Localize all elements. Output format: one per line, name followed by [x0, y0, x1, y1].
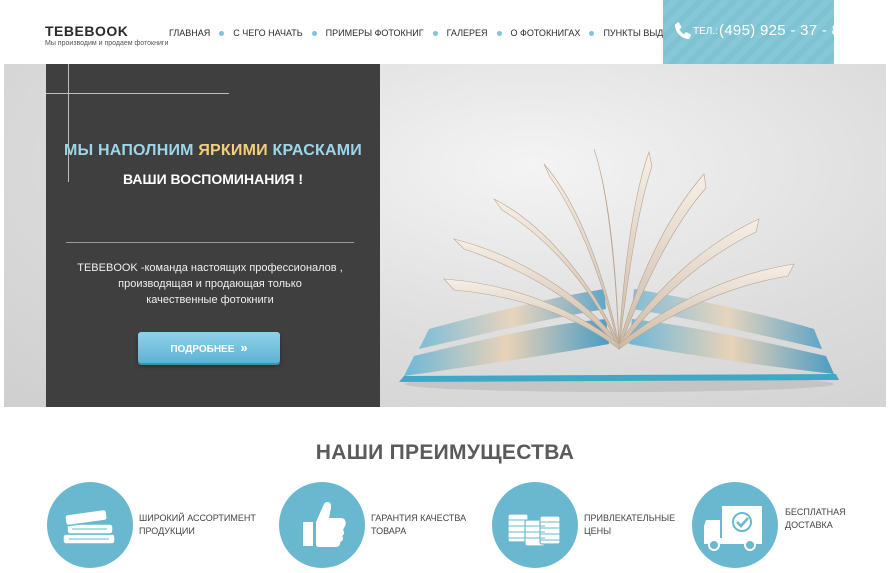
- hero-divider: [66, 242, 354, 243]
- advantage-circle: [492, 482, 578, 568]
- advantage-label-line: ПРИВЛЕКАТЕЛЬНЫЕ: [584, 513, 676, 523]
- advantage-label-line: БЕСПЛАТНАЯ: [785, 507, 846, 517]
- advantage-label-line: ПРОДУКЦИИ: [139, 526, 195, 536]
- advantages-title: НАШИ ПРЕИМУЩЕСТВА: [315, 441, 575, 464]
- hero-text-line: качественные фотокниги: [146, 294, 274, 306]
- main-nav: ГЛАВНАЯ С ЧЕГО НАЧАТЬ ПРИМЕРЫ ФОТОКНИГ Г…: [169, 28, 681, 38]
- advantage-circle: [279, 482, 365, 568]
- phone-box[interactable]: ТЕЛ.: (495) 925 - 37 - 89: [663, 0, 849, 64]
- phone-icon: [674, 22, 691, 40]
- nav-item-examples[interactable]: ПРИМЕРЫ ФОТОКНИГ: [326, 28, 424, 38]
- advantage-label: БЕСПЛАТНАЯ ДОСТАВКА: [785, 506, 875, 532]
- advantage-label-line: ШИРОКИЙ АССОРТИМЕНТ: [139, 513, 256, 523]
- nav-separator-dot: [219, 30, 225, 36]
- hero-text-line: производящая и продающая только: [118, 278, 302, 290]
- nav-item-about[interactable]: О ФОТОКНИГАХ: [511, 28, 581, 38]
- coins-icon: [507, 513, 561, 547]
- decorative-line: [68, 64, 69, 182]
- advantage-label: ПРИВЛЕКАТЕЛЬНЫЕ ЦЕНЫ: [584, 512, 684, 538]
- hero-heading-end: КРАСКАМИ: [267, 142, 362, 159]
- delivery-truck-icon: [704, 506, 762, 551]
- hero-slider: МЫ НАПОЛНИМ ЯРКИМИ КРАСКАМИ ВАШИ ВОСПОМИ…: [4, 64, 886, 407]
- phone-number[interactable]: (495) 925 - 37 - 89: [719, 22, 849, 39]
- more-details-button[interactable]: ПОДРОБНЕЕ »: [138, 332, 280, 363]
- advantage-label: ШИРОКИЙ АССОРТИМЕНТ ПРОДУКЦИИ: [139, 512, 269, 538]
- hero-description: TEBEBOOK -команда настоящих профессионал…: [66, 260, 354, 308]
- nav-separator-dot: [589, 30, 595, 36]
- hero-text-panel: МЫ НАПОЛНИМ ЯРКИМИ КРАСКАМИ ВАШИ ВОСПОМИ…: [46, 64, 380, 407]
- header: TEBEBOOK Мы производим и продаем фотокни…: [0, 0, 890, 64]
- logo[interactable]: TEBEBOOK Мы производим и продаем фотокни…: [45, 24, 168, 47]
- advantage-circle: [692, 482, 778, 568]
- nav-item-home[interactable]: ГЛАВНАЯ: [169, 28, 210, 38]
- advantage-label-line: ДОСТАВКА: [785, 520, 833, 530]
- open-photobook-image: [399, 148, 839, 392]
- hero-heading-start: МЫ НАПОЛНИМ: [64, 142, 199, 159]
- logo-subtitle: Мы производим и продаем фотокниги: [45, 40, 169, 47]
- hero-text-line: TEBEBOOK -команда настоящих профессионал…: [77, 262, 343, 274]
- nav-separator-dot: [311, 30, 317, 36]
- decorative-line: [46, 93, 229, 94]
- advantage-label-line: ЦЕНЫ: [584, 526, 612, 536]
- nav-item-getting-started[interactable]: С ЧЕГО НАЧАТЬ: [233, 28, 302, 38]
- books-icon: [62, 508, 116, 545]
- advantage-circle: [47, 482, 133, 568]
- more-details-label: ПОДРОБНЕЕ: [170, 344, 235, 355]
- advantage-label-line: ГАРАНТИЯ КАЧЕСТВА: [371, 513, 467, 523]
- thumbs-up-icon: [303, 501, 346, 547]
- nav-separator-dot: [432, 30, 438, 36]
- nav-item-gallery[interactable]: ГАЛЕРЕЯ: [447, 28, 488, 38]
- nav-separator-dot: [496, 30, 502, 36]
- hero-heading: МЫ НАПОЛНИМ ЯРКИМИ КРАСКАМИ: [46, 142, 380, 160]
- advantage-label: ГАРАНТИЯ КАЧЕСТВА ТОВАРА: [371, 512, 481, 538]
- phone-prefix: ТЕЛ.:: [693, 26, 718, 37]
- hero-heading-accent: ЯРКИМИ: [198, 142, 268, 159]
- hero-subheading: ВАШИ ВОСПОМИНАНИЯ !: [123, 171, 303, 187]
- advantage-label-line: ТОВАРА: [371, 526, 407, 536]
- double-chevron-right-icon: »: [240, 340, 248, 355]
- logo-title: TEBEBOOK: [45, 23, 129, 39]
